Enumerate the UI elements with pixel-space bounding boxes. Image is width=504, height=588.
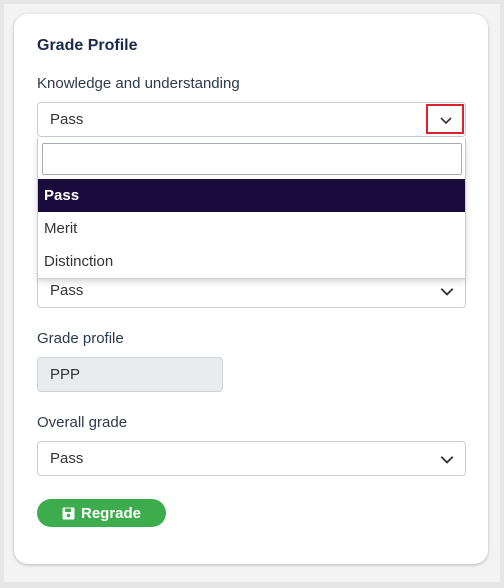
knowledge-label: Knowledge and understanding: [37, 75, 240, 92]
dropdown-toggle-highlight[interactable]: [426, 104, 464, 134]
overall-grade-label: Overall grade: [37, 414, 128, 431]
chevron-down-icon: [440, 288, 454, 296]
knowledge-select-value: Pass: [50, 111, 84, 128]
dropdown-search-input[interactable]: [42, 143, 462, 175]
grade-profile-label: Grade profile: [37, 330, 124, 347]
knowledge-dropdown: Pass Merit Distinction: [37, 138, 466, 279]
option-distinction[interactable]: Distinction: [38, 245, 465, 278]
regrade-button[interactable]: Regrade: [37, 499, 166, 527]
second-grade-select-value: Pass: [50, 282, 84, 299]
regrade-button-label: Regrade: [80, 504, 142, 522]
chevron-down-icon: [440, 456, 454, 464]
grade-profile-value: PPP: [37, 357, 223, 392]
option-pass[interactable]: Pass: [38, 179, 465, 212]
card-heading: Grade Profile: [37, 37, 138, 54]
chevron-down-icon: [440, 117, 452, 125]
overall-grade-select[interactable]: Pass: [37, 441, 466, 476]
knowledge-select[interactable]: Pass: [37, 102, 466, 137]
save-icon: [62, 507, 75, 519]
option-merit[interactable]: Merit: [38, 212, 465, 245]
overall-grade-select-value: Pass: [50, 450, 84, 467]
